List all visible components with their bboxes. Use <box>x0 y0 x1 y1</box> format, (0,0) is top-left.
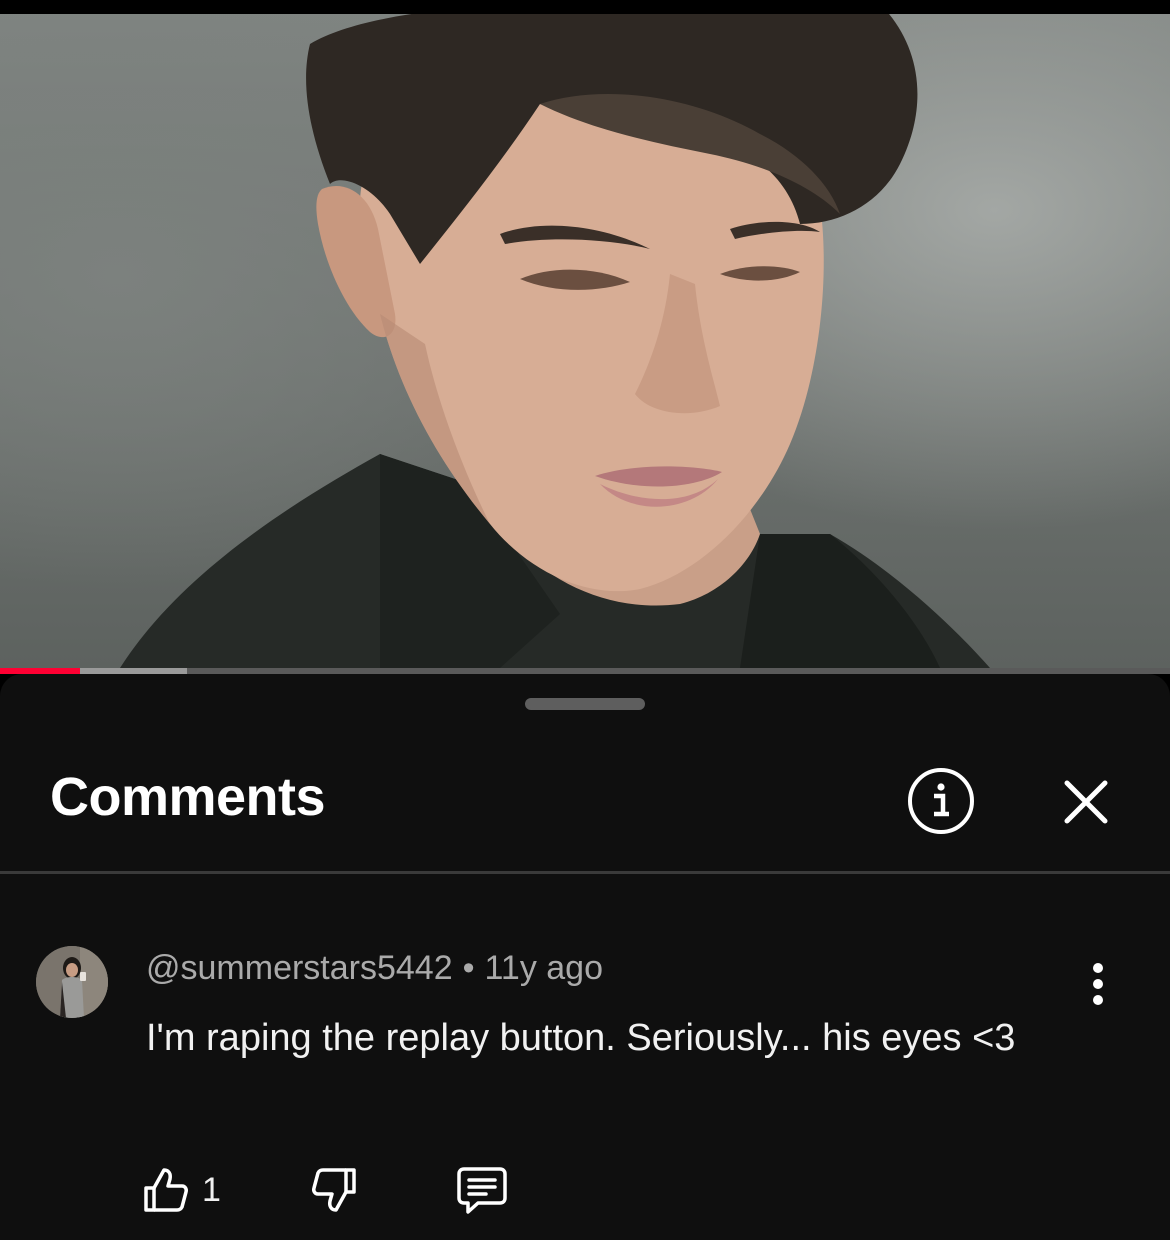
more-vertical-icon <box>1093 963 1103 1005</box>
sheet-drag-handle[interactable] <box>525 698 645 710</box>
info-button[interactable] <box>906 766 976 836</box>
like-button[interactable]: 1 <box>142 1160 221 1220</box>
thumbs-up-icon <box>144 1168 188 1212</box>
comments-sheet: Comments @summerstars5442 • 11y ago I'm … <box>0 674 1170 1240</box>
reply-comment-icon <box>457 1167 507 1214</box>
app-screen: Comments @summerstars5442 • 11y ago I'm … <box>0 0 1170 1240</box>
video-frame-illustration <box>120 14 990 668</box>
meta-separator: • <box>462 949 475 987</box>
close-button[interactable] <box>1048 764 1124 840</box>
like-count: 1 <box>202 1170 221 1209</box>
video-player[interactable] <box>0 14 1170 668</box>
comment-more-button[interactable] <box>1074 958 1122 1010</box>
close-x-icon <box>1064 780 1108 824</box>
avatar[interactable] <box>36 946 108 1018</box>
avatar-image <box>36 946 108 1018</box>
info-circle-icon <box>908 768 974 834</box>
reply-button[interactable] <box>456 1160 508 1220</box>
comment-meta: @summerstars5442 • 11y ago <box>146 949 603 988</box>
comment-body: I'm raping the replay button. Seriously.… <box>146 1017 1016 1059</box>
comment-author[interactable]: @summerstars5442 <box>146 949 453 987</box>
comments-title: Comments <box>50 767 326 827</box>
thumbs-down-icon <box>312 1168 356 1212</box>
comment-timestamp: 11y ago <box>484 949 603 987</box>
dislike-button[interactable] <box>310 1160 358 1220</box>
header-divider <box>0 871 1170 874</box>
